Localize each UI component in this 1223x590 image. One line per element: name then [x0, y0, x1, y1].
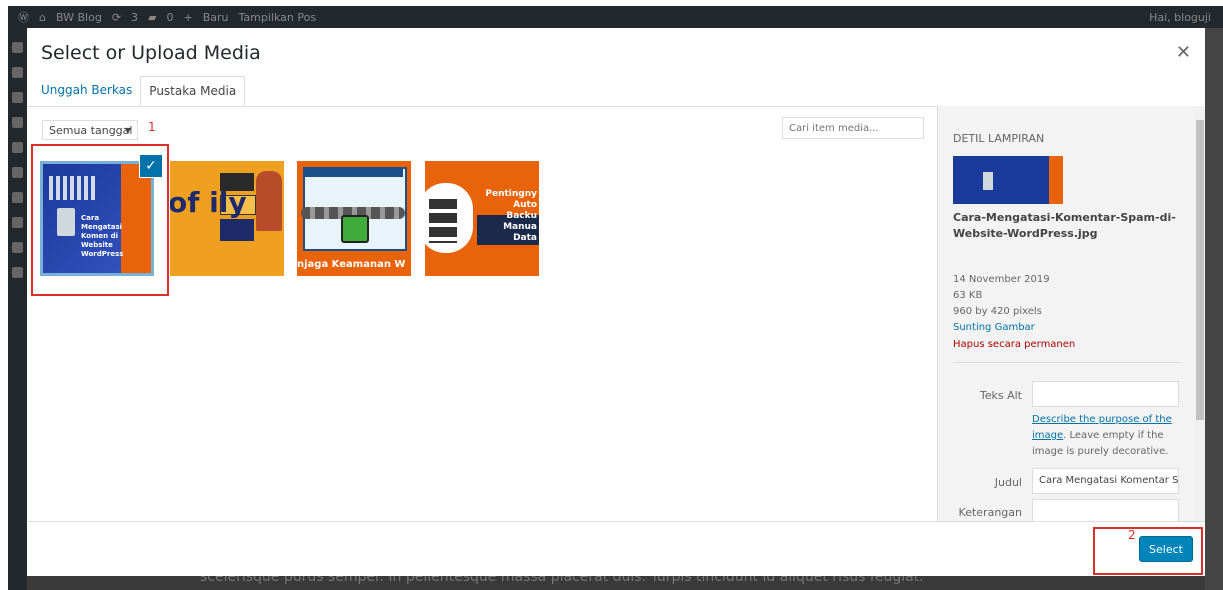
tabs-divider — [27, 106, 937, 107]
home-icon[interactable]: ⌂ — [39, 11, 46, 24]
site-name-link[interactable]: BW Blog — [56, 11, 102, 24]
comments-count[interactable]: 0 — [167, 11, 174, 24]
close-icon[interactable]: ✕ — [1176, 42, 1191, 63]
tab-upload-files[interactable]: Unggah Berkas — [41, 76, 132, 106]
details-size: 63 KB — [953, 290, 983, 301]
media-item-4[interactable]: Pentingny Auto Backu Manua Data — [425, 161, 539, 276]
lock-icon — [341, 215, 369, 243]
pages-icon[interactable] — [12, 117, 23, 128]
attachment-details-panel: DETIL LAMPIRAN Cara-Mengatasi-Komentar-S… — [937, 106, 1205, 521]
annotation-highlight-box-2 — [1093, 527, 1203, 575]
thumb-caption: of ily — [170, 186, 247, 219]
media-item-3[interactable]: njaga Keamanan W — [297, 161, 411, 276]
modal-tabs: Unggah Berkas Pustaka Media — [41, 76, 253, 106]
new-link[interactable]: Baru — [203, 11, 229, 24]
title-label: Judul — [994, 476, 1022, 489]
comments-icon[interactable]: ▰ — [148, 11, 156, 24]
updates-count[interactable]: 3 — [131, 11, 138, 24]
greeting-link[interactable]: Hai, bloguji — [1149, 11, 1211, 24]
tools-icon[interactable] — [12, 242, 23, 253]
edit-image-link[interactable]: Sunting Gambar — [953, 322, 1035, 333]
settings-icon[interactable] — [12, 267, 23, 278]
dashboard-icon[interactable] — [12, 42, 23, 53]
check-icon[interactable]: ✓ — [139, 154, 163, 178]
admin-bar: Ⓦ ⌂ BW Blog ⟳ 3 ▰ 0 + Baru Tampilkan Pos… — [8, 6, 1223, 28]
details-date: 14 November 2019 — [953, 274, 1050, 285]
delete-permanently-link[interactable]: Hapus secara permanen — [953, 339, 1075, 350]
chevron-down-icon: ▼ — [124, 126, 131, 135]
admin-sidebar — [8, 28, 27, 590]
media-item-2[interactable]: of ily — [170, 161, 284, 276]
caption-textarea[interactable] — [1032, 499, 1179, 521]
plus-icon[interactable]: + — [184, 11, 193, 24]
view-post-link[interactable]: Tampilkan Pos — [239, 11, 317, 24]
thumb-caption: njaga Keamanan W — [297, 259, 406, 270]
details-filename: Cara-Mengatasi-Komentar-Spam-di-Website-… — [953, 211, 1176, 240]
media-icon[interactable] — [12, 92, 23, 103]
thumb-figure — [256, 171, 282, 231]
updates-icon[interactable]: ⟳ — [112, 11, 121, 24]
thumb-caption: Pentingny Auto Backu Manua Data — [485, 189, 537, 243]
thumb-accent-band — [1049, 156, 1063, 204]
trash-can-icon — [983, 172, 993, 190]
caption-label: Keterangan — [958, 506, 1022, 519]
comments-menu-icon[interactable] — [12, 142, 23, 153]
alt-text-label: Teks Alt — [979, 389, 1022, 402]
details-scrollbar[interactable] — [1195, 106, 1205, 521]
modal-title: Select or Upload Media — [41, 42, 261, 64]
browser-bar-graphic — [303, 167, 403, 177]
details-dimensions: 960 by 420 pixels — [953, 306, 1042, 317]
search-input[interactable] — [782, 117, 924, 139]
background-editor-edge — [1205, 28, 1223, 590]
users-icon[interactable] — [12, 217, 23, 228]
plugins-icon[interactable] — [12, 192, 23, 203]
details-heading: DETIL LAMPIRAN — [953, 132, 1045, 145]
tab-media-library[interactable]: Pustaka Media — [140, 76, 246, 106]
date-filter-value: Semua tanggal — [49, 124, 133, 137]
appearance-icon[interactable] — [12, 167, 23, 178]
media-modal: Select or Upload Media ✕ Unggah Berkas P… — [27, 28, 1205, 576]
date-filter-select[interactable]: Semua tanggal ▼ — [42, 120, 138, 140]
server-icon — [429, 199, 457, 243]
details-thumbnail — [953, 156, 1063, 204]
alt-text-description: Describe the purpose of the image. Leave… — [1032, 412, 1182, 460]
thumb-graphic — [220, 219, 254, 241]
title-input[interactable]: Cara Mengatasi Komentar S — [1032, 468, 1179, 494]
posts-icon[interactable] — [12, 67, 23, 78]
modal-footer — [27, 521, 1205, 576]
annotation-number-1: 1 — [148, 120, 156, 134]
details-divider — [953, 362, 1180, 363]
scrollbar-thumb[interactable] — [1196, 120, 1204, 420]
alt-text-input[interactable] — [1032, 381, 1179, 407]
wordpress-logo-icon[interactable]: Ⓦ — [18, 9, 29, 25]
